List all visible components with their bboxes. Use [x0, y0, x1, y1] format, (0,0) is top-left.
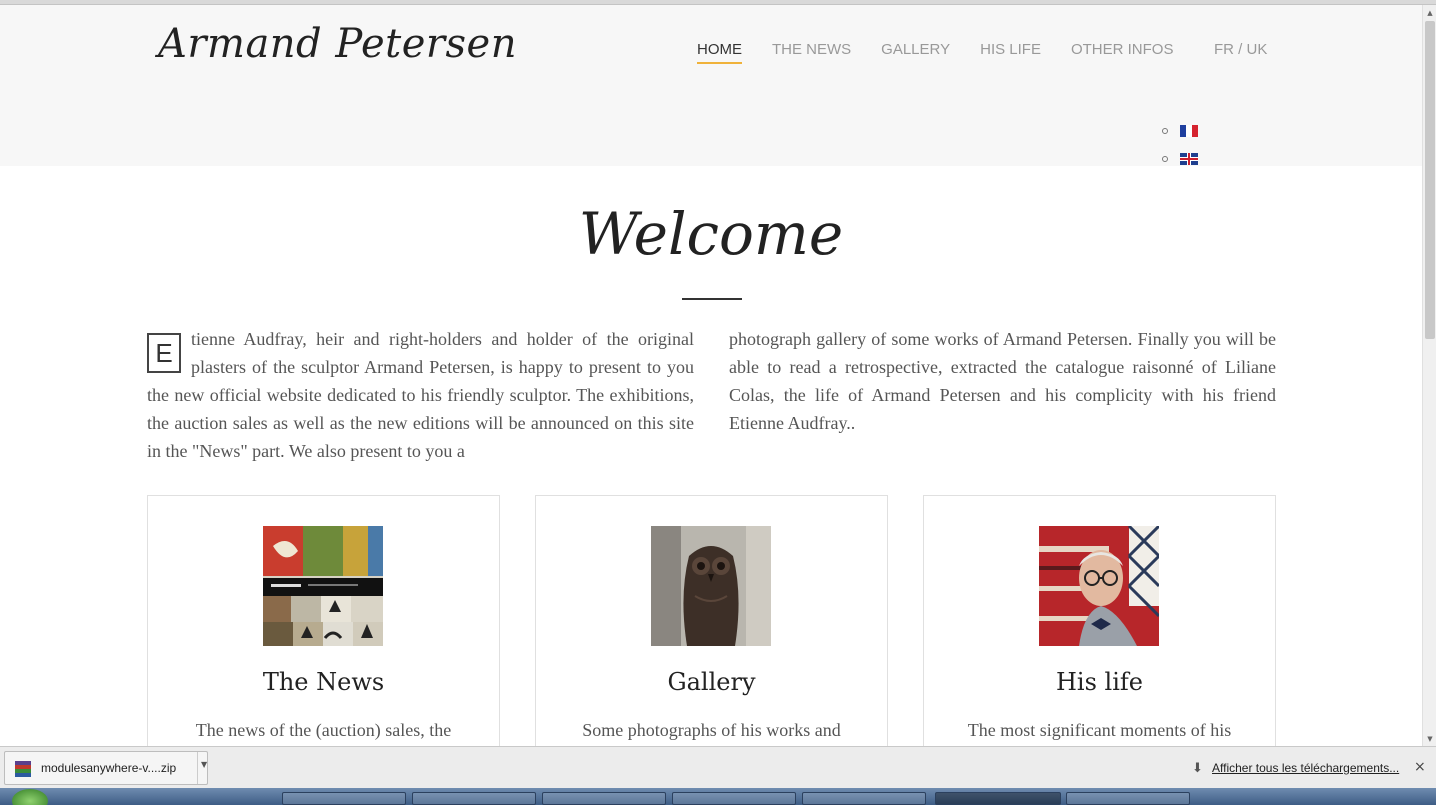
taskbar-button[interactable]	[542, 792, 666, 805]
taskbar-button[interactable]	[672, 792, 796, 805]
card-the-news[interactable]: The News The news of the (auction) sales…	[147, 495, 500, 755]
download-item[interactable]: modulesanywhere-v....zip ▼	[4, 751, 208, 785]
nav-item-the-news[interactable]: THE NEWS	[772, 41, 851, 64]
os-taskbar	[0, 788, 1436, 805]
card-title[interactable]: His life	[924, 668, 1275, 696]
card-title[interactable]: The News	[148, 668, 499, 696]
language-option-fr[interactable]	[1162, 117, 1198, 145]
card-gallery[interactable]: Gallery Some photographs of his works an…	[535, 495, 888, 755]
download-bar: modulesanywhere-v....zip ▼ ⬇ Afficher to…	[0, 746, 1436, 788]
taskbar-button[interactable]	[802, 792, 926, 805]
chevron-down-icon[interactable]: ▼	[201, 760, 207, 769]
nav-item-other-infos[interactable]: OTHER INFOS	[1071, 41, 1174, 64]
site-title[interactable]: Armand Petersen	[158, 21, 517, 67]
uk-flag-icon[interactable]	[1180, 153, 1198, 165]
main-nav: HOME THE NEWS GALLERY HIS LIFE OTHER INF…	[697, 41, 1203, 64]
heading-divider	[682, 298, 742, 300]
list-bullet-icon	[1162, 128, 1168, 134]
show-all-downloads-link[interactable]: Afficher tous les téléchargements...	[1212, 761, 1399, 775]
taskbar-button[interactable]	[282, 792, 406, 805]
download-arrow-icon: ⬇	[1192, 761, 1203, 776]
dropcap-letter: E	[147, 333, 181, 373]
nav-item-home[interactable]: HOME	[697, 41, 742, 64]
download-file-name[interactable]: modulesanywhere-v....zip	[41, 761, 176, 775]
card-description: The most significant moments of his	[967, 720, 1232, 740]
site-header: Armand Petersen HOME THE NEWS GALLERY HI…	[0, 5, 1422, 166]
taskbar-button[interactable]	[1066, 792, 1190, 805]
taskbar-button-active[interactable]	[935, 792, 1061, 805]
scroll-down-arrow-icon[interactable]: ▼	[1426, 735, 1434, 743]
scroll-up-arrow-icon[interactable]: ▲	[1426, 9, 1434, 17]
archive-file-icon	[15, 761, 31, 777]
card-description: Some photographs of his works and	[582, 720, 841, 740]
scrollbar-thumb[interactable]	[1425, 21, 1435, 339]
taskbar-button[interactable]	[412, 792, 536, 805]
intro-text-left: Etienne Audfray, heir and right-holders …	[147, 325, 694, 465]
start-button-icon[interactable]	[12, 789, 48, 805]
news-collage-image[interactable]	[263, 526, 383, 646]
nav-item-gallery[interactable]: GALLERY	[881, 41, 950, 64]
intro-text-left-body: tienne Audfray, heir and right-holders a…	[147, 329, 694, 461]
close-icon[interactable]: ×	[1414, 759, 1426, 775]
download-item-separator	[197, 752, 198, 784]
portrait-image[interactable]	[1039, 526, 1159, 646]
language-option-uk[interactable]	[1162, 145, 1198, 173]
card-title[interactable]: Gallery	[536, 668, 887, 696]
welcome-heading: Welcome	[578, 200, 844, 268]
list-bullet-icon	[1162, 156, 1168, 162]
nav-item-his-life[interactable]: HIS LIFE	[980, 41, 1041, 64]
card-description: The news of the (auction) sales, the	[195, 720, 452, 740]
language-flag-list	[1162, 117, 1198, 173]
language-toggle[interactable]: FR / UK	[1214, 41, 1267, 58]
owl-sculpture-image[interactable]	[651, 526, 771, 646]
card-his-life[interactable]: His life The most significant moments of…	[923, 495, 1276, 755]
intro-text-right: photograph gallery of some works of Arma…	[729, 329, 1276, 433]
france-flag-icon[interactable]	[1180, 125, 1198, 137]
page-scrollbar[interactable]: ▲ ▼	[1422, 5, 1436, 746]
